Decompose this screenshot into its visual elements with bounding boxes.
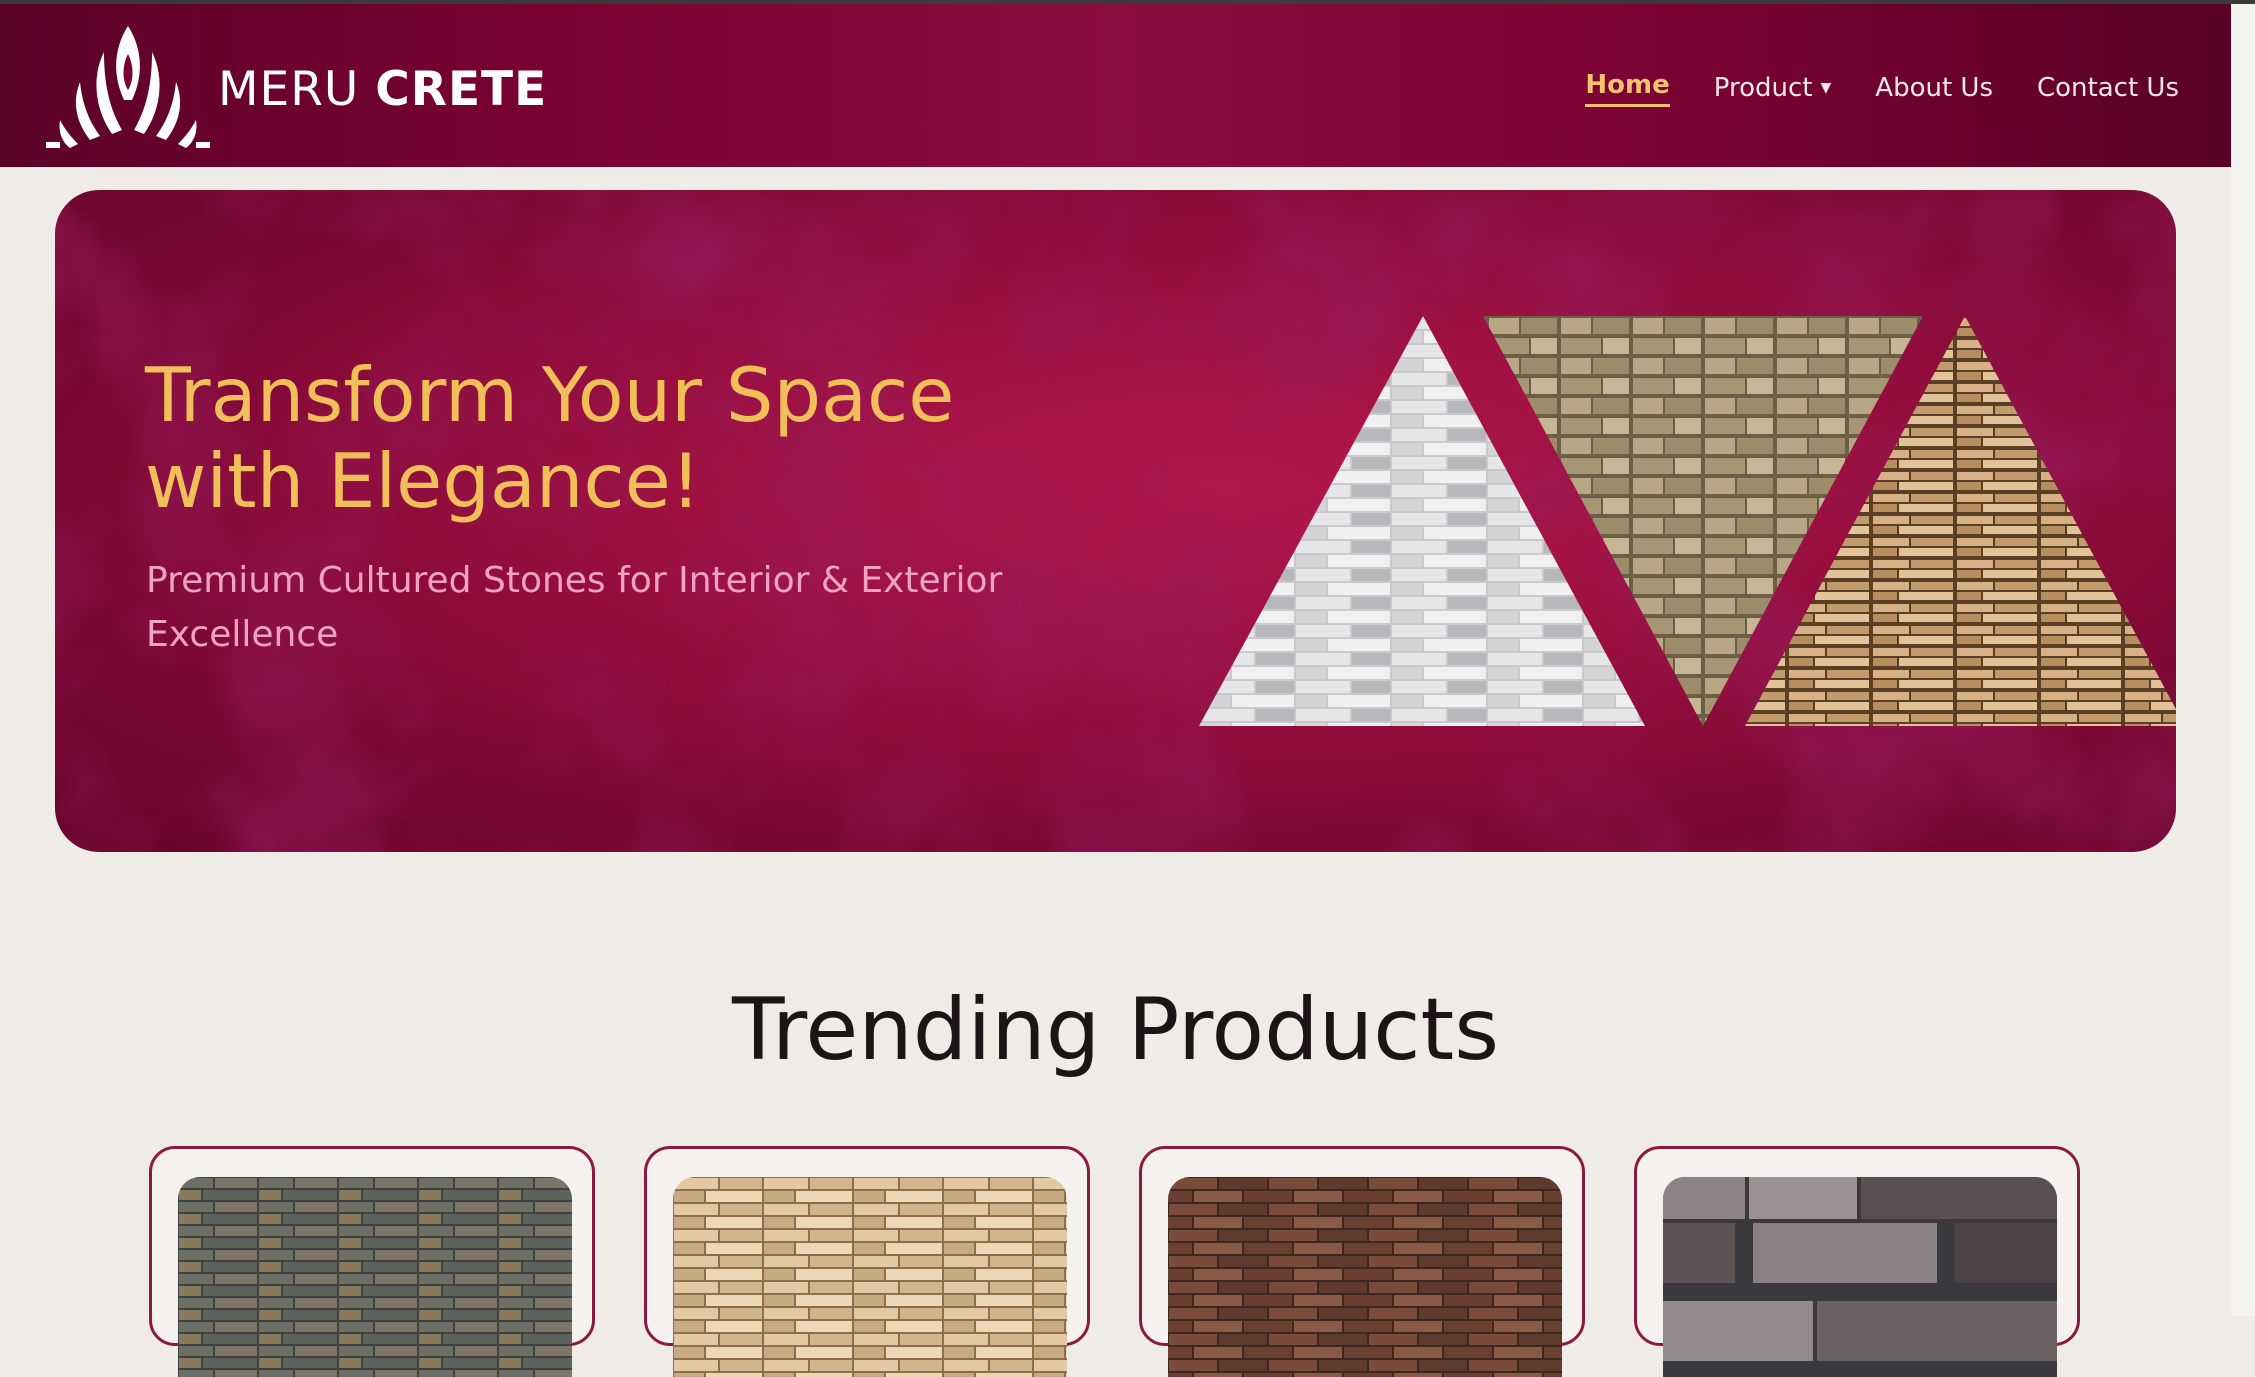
navbar: MERU CRETE Home Product ▼ About Us Contac… (0, 4, 2231, 167)
main-nav: Home Product ▼ About Us Contact Us (1585, 66, 2179, 110)
stone-triangles-graphic (1199, 316, 2176, 726)
nav-about-us[interactable]: About Us (1875, 73, 1993, 103)
scrollbar-gutter (2231, 4, 2255, 1316)
hero-title: Transform Your Space with Elegance! (145, 351, 955, 525)
product-card[interactable] (1139, 1146, 1585, 1377)
product-card[interactable] (644, 1146, 1090, 1377)
logo-icon[interactable] (46, 24, 210, 150)
nav-home[interactable]: Home (1585, 70, 1670, 107)
trending-title: Trending Products (731, 980, 1500, 1080)
nav-product-label: Product (1713, 73, 1813, 103)
hero-banner: Transform Your Space with Elegance! Prem… (55, 190, 2176, 852)
product-image (1663, 1177, 2057, 1377)
product-image (673, 1177, 1067, 1377)
caret-down-icon: ▼ (1820, 80, 1832, 96)
product-image (1168, 1177, 1562, 1377)
product-card[interactable] (149, 1146, 595, 1377)
brand-name-bold: CRETE (375, 62, 548, 117)
brand-name[interactable]: MERU CRETE (218, 60, 547, 120)
product-image (178, 1177, 572, 1377)
hero-subtitle: Premium Cultured Stones for Interior & E… (146, 560, 1003, 655)
nav-product[interactable]: Product ▼ (1714, 73, 1832, 103)
nav-contact-us[interactable]: Contact Us (2037, 73, 2179, 103)
product-card[interactable] (1634, 1146, 2080, 1377)
brand-name-light: MERU (218, 62, 360, 117)
